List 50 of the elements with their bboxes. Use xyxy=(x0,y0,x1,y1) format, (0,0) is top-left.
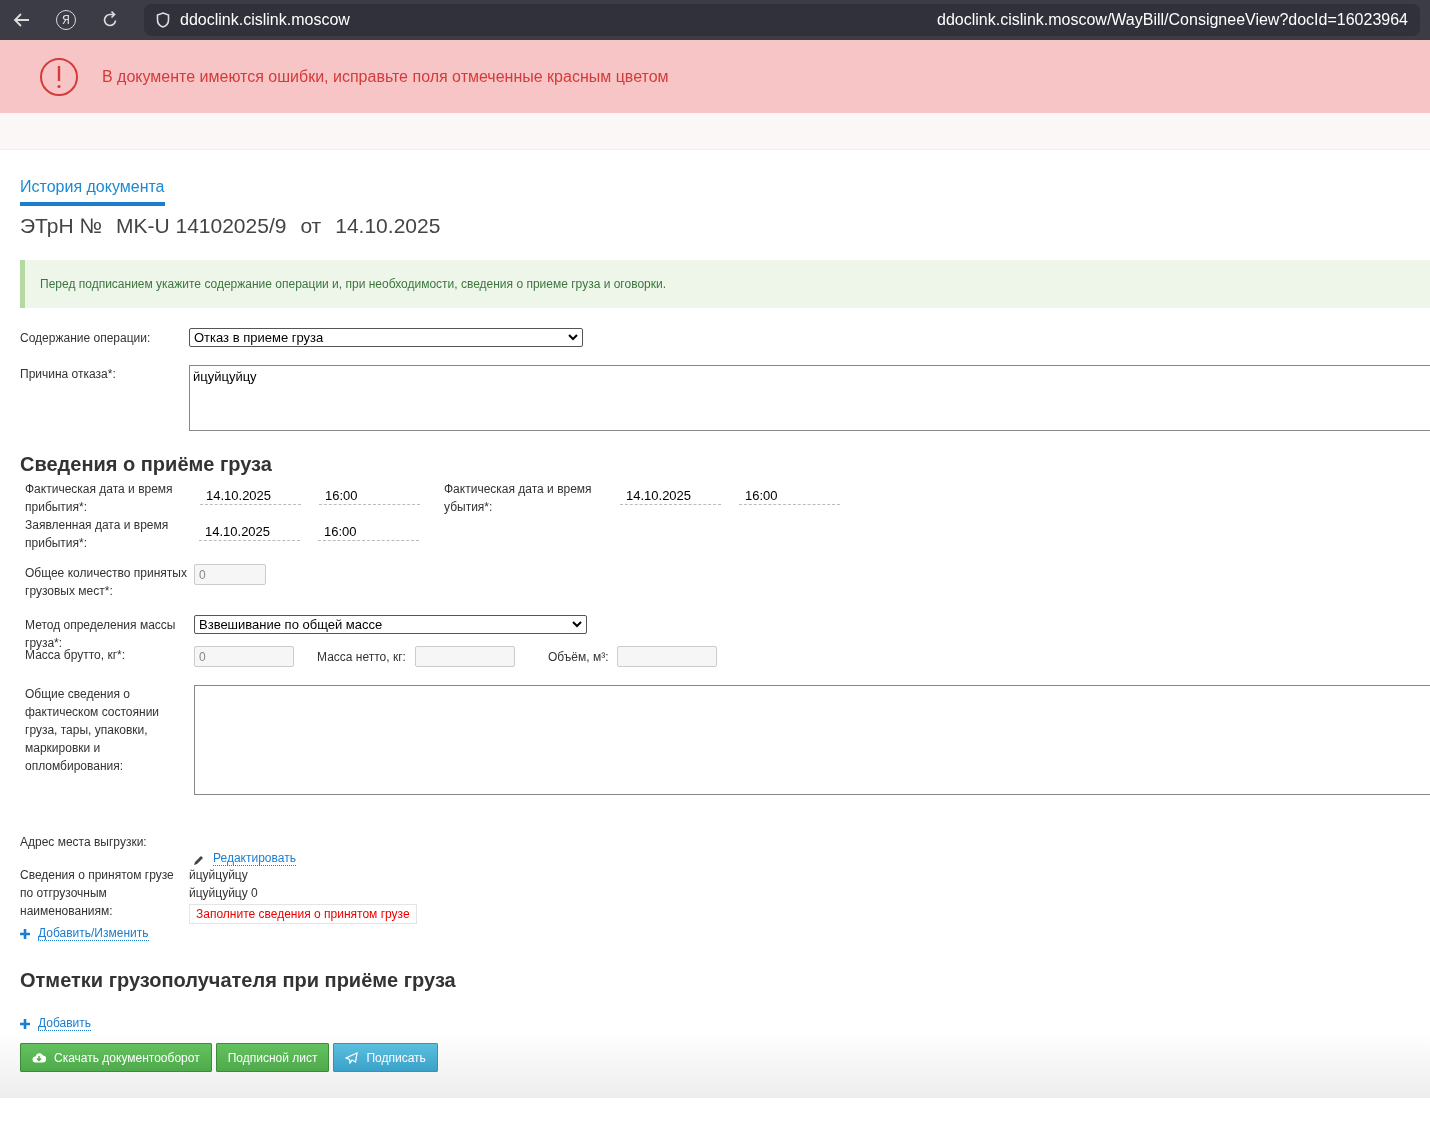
time-field[interactable]: 16:00 xyxy=(318,516,419,541)
field-label: Адрес места выгрузки: xyxy=(20,834,148,851)
field-label: Общее количество принятых грузовых мест*: xyxy=(24,565,188,600)
tab[interactable]: История документа xyxy=(20,178,165,206)
reason-textarea[interactable]: йцуйцуйцу xyxy=(189,365,1430,431)
field-label: Сведения о принятом грузе по отгрузочным наименованиям: xyxy=(20,867,175,920)
operation-select[interactable]: Отказ в приеме груза xyxy=(189,328,583,347)
section-heading: Отметки грузополучателя при приёме груза xyxy=(20,969,457,992)
edit-link[interactable]: Редактировать xyxy=(213,851,296,866)
field-label: Фактическая дата и время убытия*: xyxy=(444,481,593,516)
condition-textarea[interactable] xyxy=(194,685,1430,795)
cargo-line: йцуйцуйцу xyxy=(189,867,249,884)
date-field[interactable]: 14.10.2025 xyxy=(620,480,721,505)
caret-icon xyxy=(572,621,582,628)
paper-plane-icon xyxy=(345,1051,359,1064)
field-label: Содержание операции: xyxy=(20,329,152,347)
plus-icon xyxy=(20,928,30,939)
time-field[interactable]: 16:00 xyxy=(319,480,420,505)
pencil-icon xyxy=(193,854,205,866)
add-change-link[interactable]: Добавить/Изменить xyxy=(38,926,149,941)
document-number: MK-U 14102025/9 xyxy=(115,214,287,238)
document-type: ЭТрН № xyxy=(20,214,102,238)
date-field[interactable]: 14.10.2025 xyxy=(200,480,301,505)
address-bar[interactable]: ddoclink.cislink.moscow ddoclink.cislink.moscow/WayBill/ConsigneeView?docId=16023964 xyxy=(144,4,1420,36)
volume-input[interactable] xyxy=(617,646,717,667)
mass-method-select[interactable]: Взвешивание по общей массе xyxy=(194,615,587,634)
net-mass-input[interactable] xyxy=(415,646,515,667)
cloud-download-icon xyxy=(32,1052,46,1063)
notice-message: Перед подписанием укажите содержание операции и, при необходимости, сведения о приеме груза и оговорки. xyxy=(20,260,1430,308)
date-separator: от xyxy=(300,214,322,238)
date-field[interactable]: 14.10.2025 xyxy=(199,516,300,541)
document-date: 14.10.2025 xyxy=(335,214,441,238)
plus-icon xyxy=(20,1018,30,1029)
field-label: Причина отказа*: xyxy=(20,366,117,383)
cargo-line: йцуйцуйцу 0 xyxy=(189,885,259,902)
address-url: ddoclink.cislink.moscow/WayBill/ConsigneeView?docId=16023964 xyxy=(937,11,1408,29)
field-label: Объём, м³: xyxy=(548,649,610,666)
time-field[interactable]: 16:00 xyxy=(739,480,840,505)
address-host: ddoclink.cislink.moscow xyxy=(180,11,351,29)
field-label: Масса нетто, кг: xyxy=(317,649,407,666)
exclamation-icon xyxy=(39,56,79,97)
caret-icon xyxy=(568,334,578,341)
field-label: Общие сведения о фактическом состоянии груза, тары, упаковки, маркировки и опломбирования: xyxy=(24,686,161,775)
field-label: Фактическая дата и время прибытия*: xyxy=(24,481,174,516)
field-label: Масса брутто, кг*: xyxy=(24,648,127,664)
error-message: В документе имеются ошибки, исправьте поля отмеченные красным цветом xyxy=(102,67,669,86)
validation-error: Заполните сведения о принятом грузе xyxy=(189,904,417,924)
shield-icon xyxy=(156,12,170,28)
section-heading: Сведения о приёме груза xyxy=(20,453,273,476)
field-label: Заявленная дата и время прибытия*: xyxy=(24,517,170,552)
